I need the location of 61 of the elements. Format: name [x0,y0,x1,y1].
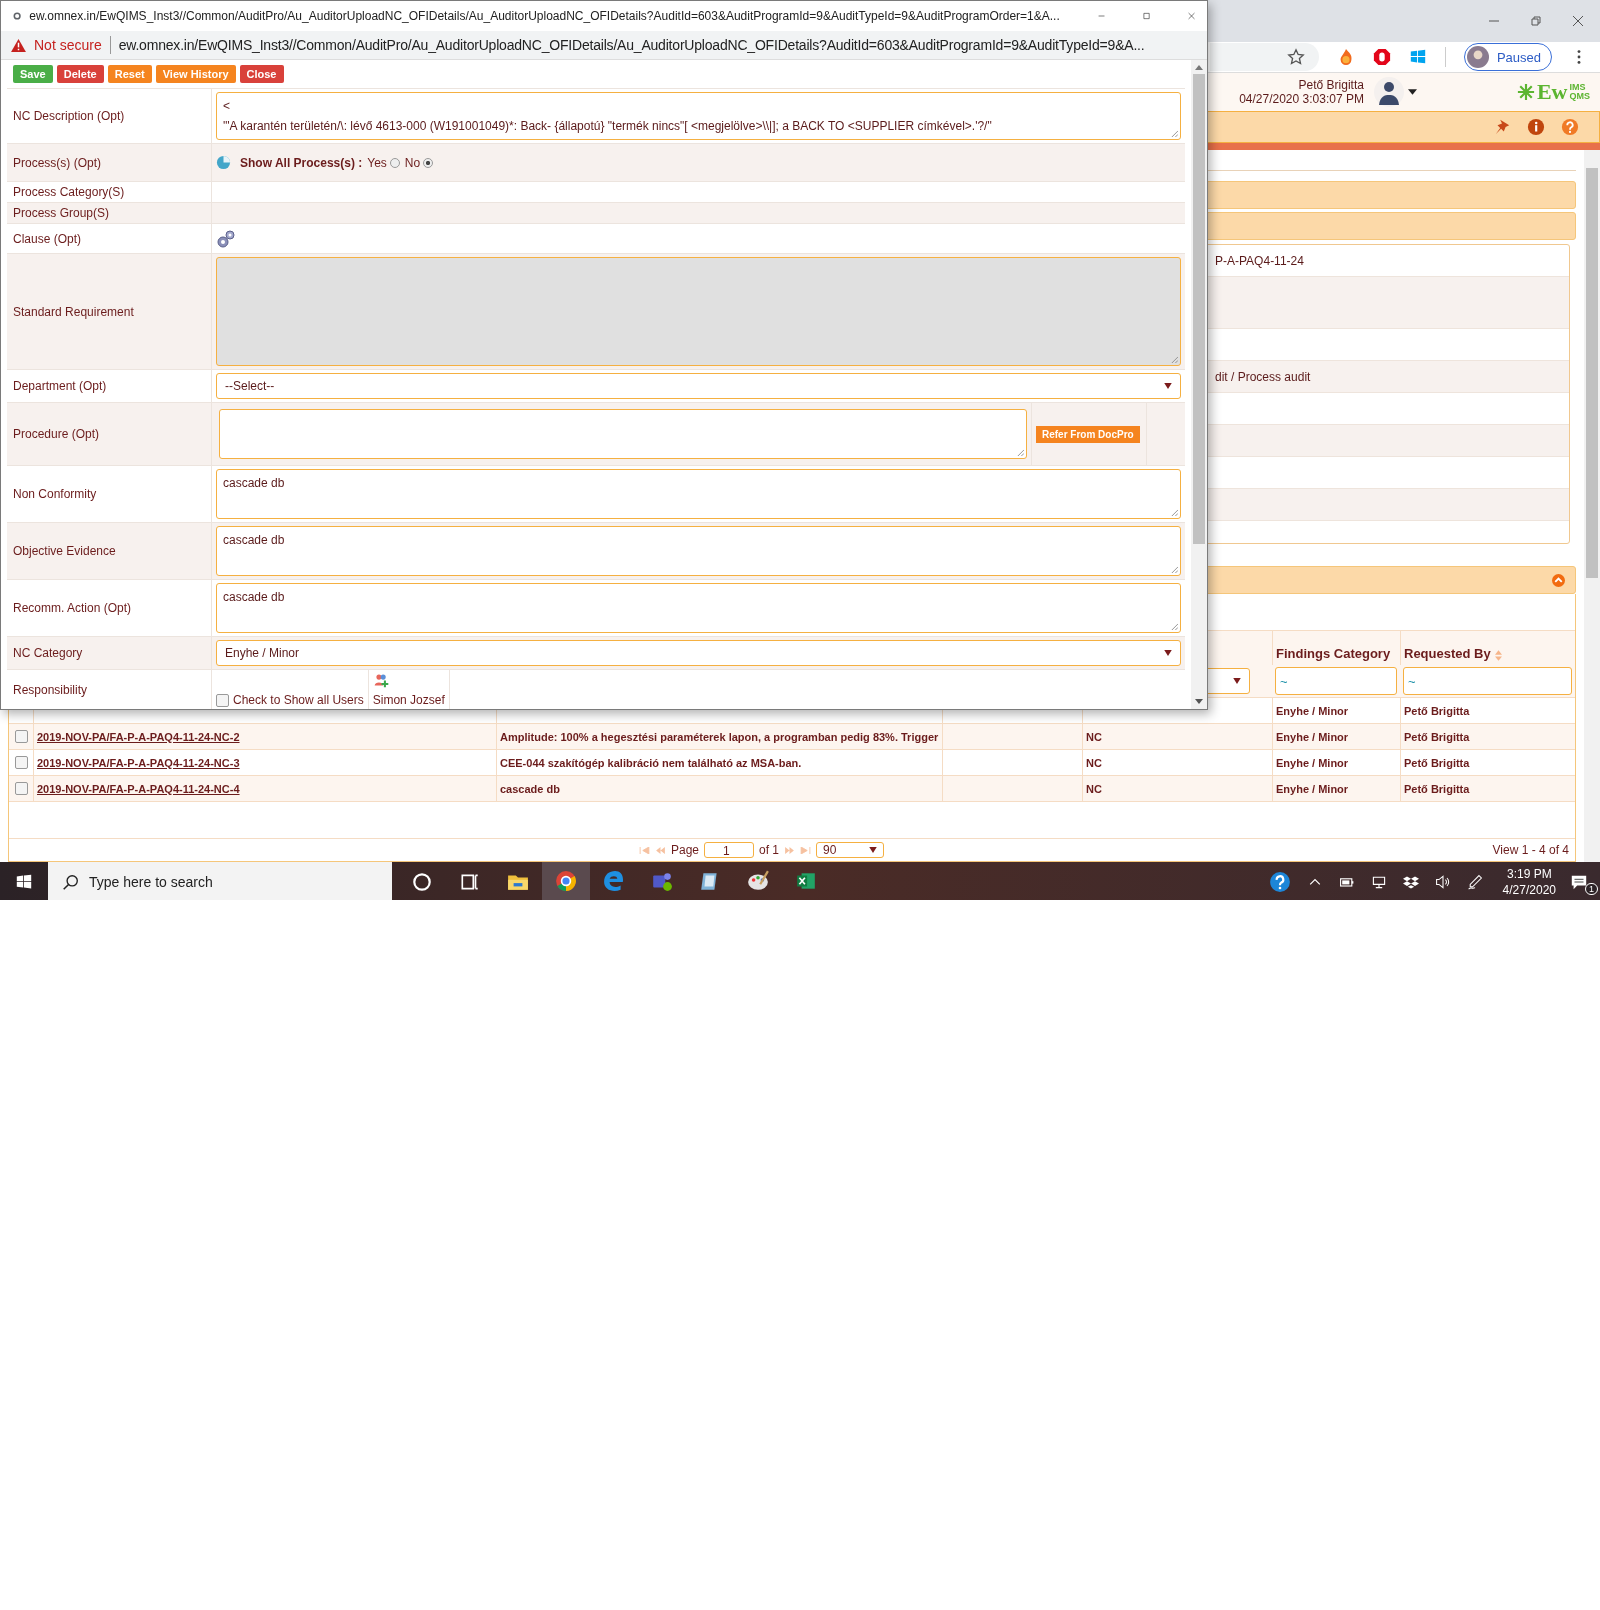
table-cell: Enyhe / Minor [1276,704,1349,717]
field-label: Standard Requirement [13,304,134,319]
table-cell: Enyhe / Minor [1276,730,1349,743]
detail-value: P-A-PAQ4-11-24 [1215,253,1304,268]
table-cell: Enyhe / Minor [1276,756,1349,769]
finding-link[interactable]: 2019-NOV-PA/FA-P-A-PAQ4-11-24-NC-2 [37,730,240,743]
field-label: Process(s) (Opt) [13,155,101,170]
clock[interactable]: 3:19 PM 4/27/2020 [1502,866,1556,898]
table-cell: Pető Brigitta [1404,756,1470,769]
action-button[interactable]: Delete [56,65,104,83]
table-cell: Amplitude: 100% a hegesztési paraméterek lapon, a programban pedig 83%. Trigger [500,730,939,743]
record-count: View 1 - 4 of 4 [1492,843,1570,857]
table-row[interactable]: 2019-NOV-PA/FA-P-A-PAQ4-11-24-NC-3 CEE-044 szakítógép kalibráció nem található az MSA-ban. NC Enyhe / Minor Pető Brigitta [9,750,1575,776]
field-label: Department (Opt) [13,379,107,393]
field-label: Recomm. Action (Opt) [13,601,132,615]
table-cell: NC [1086,782,1102,795]
page-size-select[interactable]: 90 [816,842,885,858]
question-label: Show All Process(s) : [240,155,363,170]
field-label: NC Category [13,646,83,660]
field-label: Responsibility [13,682,88,697]
table-cell: CEE-044 szakítógép kalibráció nem található az MSA-ban. [500,756,802,769]
table-cell: Enyhe / Minor [1276,782,1349,795]
user-name: Pető Brigitta [1298,78,1364,92]
field-label: NC Description (Opt) [13,109,125,123]
table-cell: Pető Brigitta [1404,782,1470,795]
search-field[interactable]: Type here to search [48,862,392,900]
table-cell: Pető Brigitta [1404,730,1470,743]
page-count: of 1 [759,843,780,857]
text-area[interactable]: cascade db [216,526,1181,576]
field-label: Procedure (Opt) [13,427,100,441]
page-label: Page [671,843,700,857]
text-area[interactable]: < '"A karantén területén/\: lévő 4613-000 (W191001049)*: Back- {állapotú} "termék nincs"[ <megjelölve>\\|]; a BACK TO <SUPPLIER címkével>.'?/" [216,92,1181,140]
select-field[interactable]: --Select-- [216,373,1181,399]
url-text[interactable]: ew.omnex.in/EwQIMS_Inst3//Common/AuditPro/Au_AuditorUploadNC_OFIDetails/Au_AuditorUploadNC_OFIDetails?AuditId=603&AuditProgramId=9&AuditTypeId=9&A... [118,37,1145,53]
date-time: 04/27/2020 3:03:07 PM [1239,92,1364,106]
radio-option[interactable]: No [404,155,434,170]
table-cell: cascade db [500,782,560,795]
radio-option[interactable]: Yes [367,155,400,170]
filter-field[interactable]: ~ [1275,667,1397,695]
finding-link[interactable]: 2019-NOV-PA/FA-P-A-PAQ4-11-24-NC-3 [37,756,240,769]
field-label: Clause (Opt) [13,231,82,246]
finding-link[interactable]: 2019-NOV-PA/FA-P-A-PAQ4-11-24-NC-4 [37,782,240,795]
field-label: Process Group(S) [13,206,110,220]
table-cell: NC [1086,756,1102,769]
security-label[interactable]: Not secure [34,37,102,53]
text-area[interactable]: cascade db [216,469,1181,519]
table-row[interactable]: 2019-NOV-PA/FA-P-A-PAQ4-11-24-NC-2 Amplitude: 100% a hegesztési paraméterek lapon, a programban pedig 83%. Trigger NC Enyhe / Minor Pető Brigitta [9,724,1575,750]
field-label: Non Conformity [13,487,97,501]
text-area[interactable]: cascade db [216,583,1181,633]
page-field[interactable]: 1 [704,842,755,858]
select-field[interactable]: Enyhe / Minor [216,640,1181,666]
action-button[interactable]: Close [239,65,284,83]
table-cell: NC [1086,730,1102,743]
table-row[interactable]: 2019-NOV-PA/FA-P-A-PAQ4-11-24-NC-4 cascade db NC Enyhe / Minor Pető Brigitta [9,776,1575,802]
detail-value: dit / Process audit [1215,369,1311,384]
table-cell: Pető Brigitta [1404,704,1470,717]
filter-field[interactable]: ~ [1403,667,1572,695]
field-label: Process Category(S) [13,185,125,199]
field-label: Objective Evidence [13,544,116,558]
notifications-button[interactable]: 1 [1570,867,1600,897]
window-title: ew.omnex.in/EwQIMS_Inst3//Common/AuditPro/Au_AuditorUploadNC_OFIDetails/Au_AuditorUploadNC_OFIDetails?AuditId=603&AuditProgramId=9&AuditTypeId=9&AuditProgramOrder=1&A... [29,9,1060,23]
